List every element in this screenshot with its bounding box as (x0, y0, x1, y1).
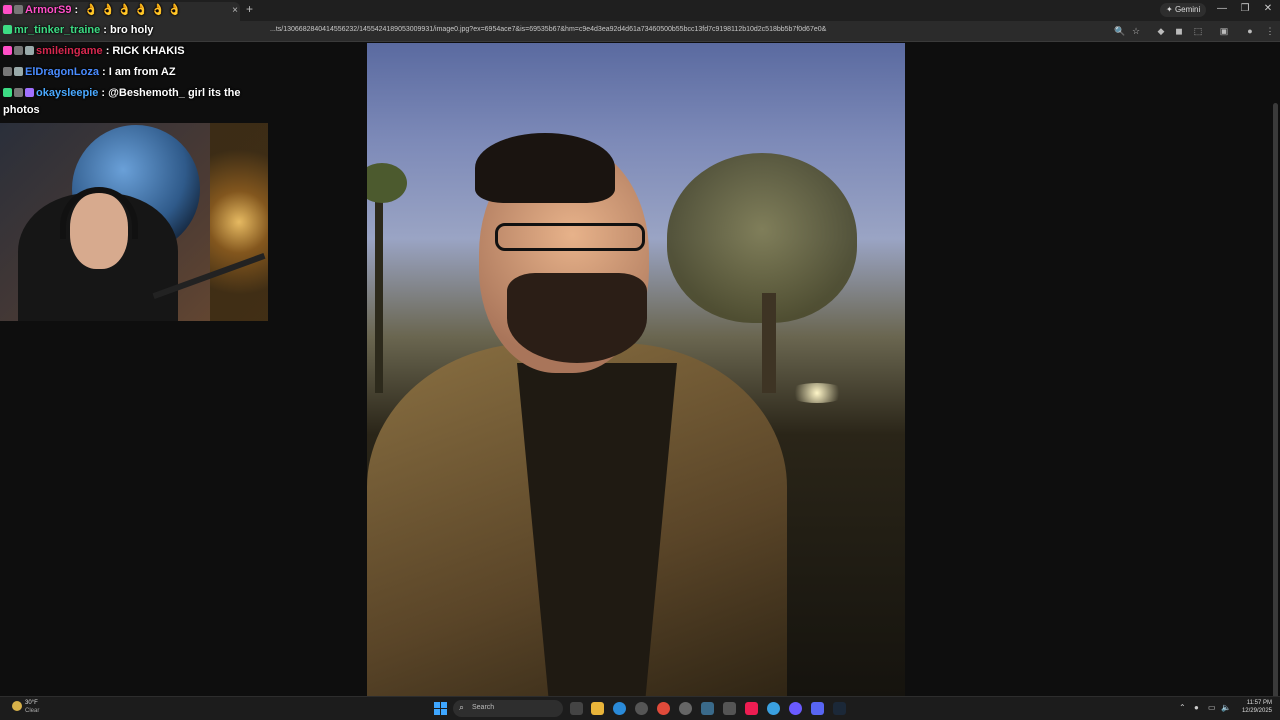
chat-text: I am from AZ (108, 66, 176, 78)
chat-separator: : (71, 4, 82, 16)
chat-username: ArmorS9 (25, 4, 72, 16)
chat-badge-icon (3, 67, 12, 76)
url-text[interactable]: ...ts/1306682840414556232/14554241890530… (270, 26, 826, 33)
chat-message: ArmorS9 : 👌 👌 👌 👌 👌 👌 (3, 3, 181, 16)
tiktok-icon[interactable] (745, 702, 758, 715)
chat-message-continued: photos (3, 104, 40, 116)
browser-tab-bar: × + ✦ Gemini — ❐ ✕ (0, 0, 1280, 21)
palm-trunk (375, 173, 383, 393)
gemini-button[interactable]: ✦ Gemini (1160, 3, 1207, 17)
taskbar-search[interactable]: ⌕ Search (453, 700, 563, 717)
windows-taskbar: 30°F Clear ⌕ Search ⌃ ● ▭ 🔈 11:57 PM 12/… (0, 696, 1280, 720)
chat-badge-icon (25, 46, 34, 55)
chat-message: ElDragonLoza : I am from AZ (3, 66, 176, 78)
chat-text: photos (3, 104, 40, 116)
file-explorer-icon[interactable] (591, 702, 604, 715)
app-icon[interactable] (789, 702, 802, 715)
new-tab-icon[interactable]: + (246, 2, 253, 16)
start-button[interactable] (434, 702, 447, 715)
chat-emote-icon: 👌 (167, 4, 182, 16)
tray-overflow-icon[interactable]: ⌃ (1179, 703, 1186, 712)
chat-username: mr_tinker_traine (14, 24, 101, 36)
person-beard (507, 273, 647, 363)
extensions-puzzle-icon[interactable]: ⬚ (1192, 26, 1204, 37)
chat-emote-icon: 👌 (117, 4, 132, 16)
tray-network-icon[interactable]: ▭ (1208, 703, 1216, 712)
chat-badge-icon (25, 88, 34, 97)
screen: × + ✦ Gemini — ❐ ✕ ...ts/130668284041455… (0, 0, 1280, 720)
chat-username: ElDragonLoza (25, 66, 99, 78)
garden-lights (787, 383, 847, 403)
chat-badge-icon (3, 25, 12, 34)
chat-username: smileingame (36, 45, 103, 57)
streamer-webcam (0, 123, 268, 321)
chat-badge-icon (3, 5, 12, 14)
palm-leaves (367, 163, 407, 203)
weather-icon[interactable] (12, 701, 22, 711)
chat-badge-icon (14, 88, 23, 97)
person-glasses (495, 223, 645, 251)
page-scrollbar[interactable] (1273, 103, 1278, 720)
clock-time[interactable]: 11:57 PM (1232, 700, 1272, 706)
chat-separator: : (98, 66, 109, 78)
steam-icon[interactable] (833, 702, 846, 715)
chat-badge-icon (3, 88, 12, 97)
app-icon[interactable] (701, 702, 714, 715)
chat-badge-icon (3, 46, 12, 55)
chat-emote-icon: 👌 (134, 4, 149, 16)
side-panel-icon[interactable]: ▣ (1218, 26, 1230, 37)
chat-emote-icon: 👌 (84, 4, 98, 16)
chat-separator: : (102, 45, 113, 57)
chat-badge-icon (14, 5, 23, 14)
clock-date[interactable]: 12/29/2025 (1232, 708, 1272, 714)
christmas-tree-lights (210, 123, 268, 321)
address-bar[interactable]: ...ts/1306682840414556232/14554241890530… (0, 21, 1280, 42)
chrome-icon[interactable] (657, 702, 670, 715)
weather-temperature[interactable]: 30°F (25, 700, 38, 706)
chat-text: @Beshemoth_ girl its the (108, 87, 241, 99)
displayed-photo[interactable] (367, 43, 905, 696)
app-icon[interactable] (767, 702, 780, 715)
app-icon[interactable] (723, 702, 736, 715)
chat-emote-icon: 👌 (100, 4, 115, 16)
bookmark-star-icon[interactable]: ☆ (1130, 26, 1142, 37)
discord-icon[interactable] (811, 702, 824, 715)
chat-separator: : (100, 24, 110, 36)
chat-emote-icon: 👌 (151, 4, 165, 16)
gemini-label: Gemini (1174, 5, 1201, 14)
search-icon: ⌕ (459, 702, 465, 712)
extension-icon[interactable]: ◼ (1173, 26, 1185, 37)
minimize-icon[interactable]: — (1215, 3, 1229, 14)
chat-separator: : (98, 87, 109, 99)
task-view-icon[interactable] (570, 702, 583, 715)
chat-message: smileingame : RICK KHAKIS (3, 45, 185, 57)
app-icon[interactable] (679, 702, 692, 715)
weather-condition[interactable]: Clear (25, 708, 39, 714)
search-label: Search (472, 704, 495, 711)
restore-icon[interactable]: ❐ (1238, 3, 1252, 14)
extension-icon[interactable]: ◆ (1155, 26, 1167, 37)
tray-mic-icon[interactable]: ● (1194, 703, 1199, 712)
chat-text: bro holy (110, 24, 154, 36)
chat-text: RICK KHAKIS (112, 45, 185, 57)
edge-icon[interactable] (613, 702, 626, 715)
app-icon[interactable] (635, 702, 648, 715)
close-window-icon[interactable]: ✕ (1261, 3, 1275, 14)
chat-badge-icon (14, 67, 23, 76)
close-tab-icon[interactable]: × (229, 5, 241, 16)
chat-username: okaysleepie (36, 87, 99, 99)
zoom-icon[interactable]: 🔍 (1114, 26, 1126, 37)
profile-avatar-icon[interactable]: ● (1244, 26, 1256, 36)
tree-trunk (762, 293, 776, 393)
chat-badge-icon (14, 46, 23, 55)
menu-kebab-icon[interactable]: ⋮ (1264, 26, 1276, 37)
tray-volume-icon[interactable]: 🔈 (1221, 703, 1231, 712)
chat-message: mr_tinker_traine : bro holy (3, 24, 153, 36)
person-hair (475, 133, 615, 203)
chat-message: okaysleepie : @Beshemoth_ girl its the (3, 87, 241, 99)
